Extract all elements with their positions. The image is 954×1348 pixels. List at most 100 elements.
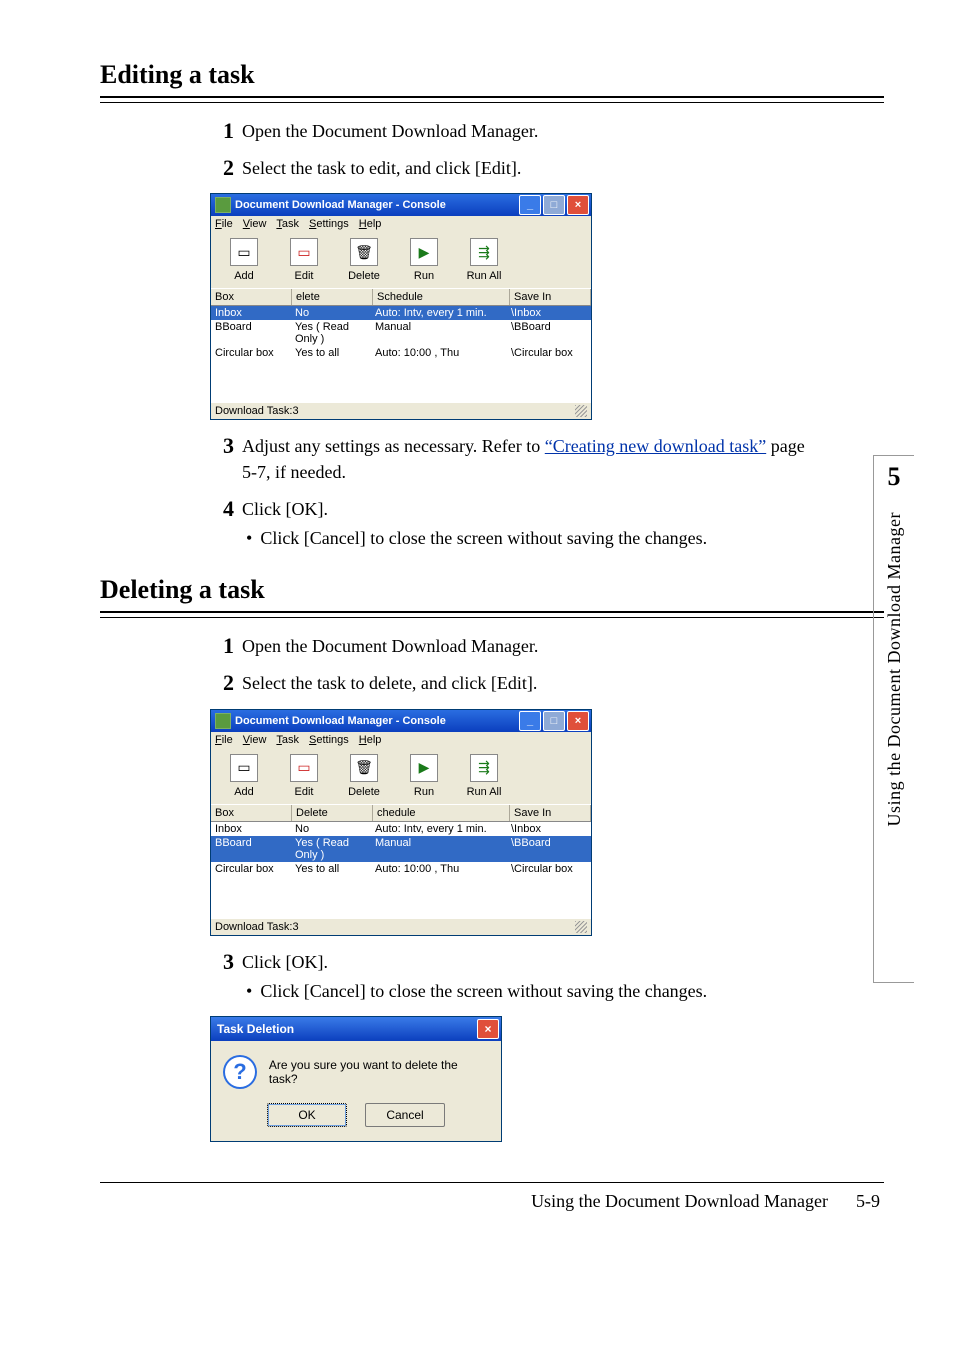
step-number: 2: [210, 671, 234, 695]
trash-icon: 🗑: [350, 238, 378, 266]
col-schedule[interactable]: chedule: [373, 805, 510, 821]
section-editing-title: Editing a task: [100, 60, 884, 90]
run-icon: ▶: [410, 754, 438, 782]
document-icon: ▭: [230, 754, 258, 782]
section-deleting-title: Deleting a task: [100, 575, 884, 605]
menubar: File View Task Settings Help: [211, 732, 591, 748]
step-3: 3 Click [OK]. •Click [Cancel] to close t…: [210, 950, 810, 1004]
dialog-message: Are you sure you want to delete the task…: [269, 1058, 489, 1086]
app-icon: [215, 197, 231, 213]
add-button[interactable]: ▭Add: [221, 754, 267, 798]
maximize-button[interactable]: □: [543, 711, 565, 731]
app-icon: [215, 713, 231, 729]
section-rule: [100, 611, 884, 618]
run-icon: ▶: [410, 238, 438, 266]
step-number: 1: [210, 634, 234, 658]
statusbar: Download Task:3: [211, 918, 591, 935]
task-deletion-dialog: Task Deletion × ? Are you sure you want …: [210, 1016, 502, 1142]
delete-button[interactable]: 🗑Delete: [341, 238, 387, 282]
menubar: File View Task Settings Help: [211, 216, 591, 232]
run-all-icon: ⇶: [470, 238, 498, 266]
toolbar: ▭Add ▭Edit 🗑Delete ▶Run ⇶Run All: [211, 232, 591, 288]
minimize-button[interactable]: _: [519, 711, 541, 731]
step-number: 3: [210, 950, 234, 974]
table-row[interactable]: Circular box Yes to all Auto: 10:00 , Th…: [211, 346, 591, 360]
menu-settings[interactable]: Settings: [309, 734, 349, 746]
step-4: 4 Click [OK]. •Click [Cancel] to close t…: [210, 497, 810, 551]
ok-button[interactable]: OK: [267, 1103, 347, 1127]
status-text: Download Task:3: [215, 405, 299, 417]
col-savein[interactable]: Save In: [510, 289, 591, 305]
step-text: Adjust any settings as necessary. Refer …: [242, 434, 810, 484]
minimize-button[interactable]: _: [519, 195, 541, 215]
status-text: Download Task:3: [215, 921, 299, 933]
run-button[interactable]: ▶Run: [401, 238, 447, 282]
close-button[interactable]: ×: [567, 195, 589, 215]
step-number: 2: [210, 156, 234, 180]
col-box[interactable]: Box: [211, 805, 292, 821]
step-text: Select the task to delete, and click [Ed…: [242, 671, 810, 696]
resize-grip[interactable]: [575, 921, 587, 933]
list-body: Inbox No Auto: Intv, every 1 min. \Inbox…: [211, 306, 591, 402]
step-text: Click [OK]. •Click [Cancel] to close the…: [242, 950, 810, 1004]
document-edit-icon: ▭: [290, 238, 318, 266]
screenshot-deleting: Document Download Manager - Console _ □ …: [210, 709, 810, 936]
window-titlebar: Document Download Manager - Console _ □ …: [211, 710, 591, 732]
run-all-button[interactable]: ⇶Run All: [461, 754, 507, 798]
document-icon: ▭: [230, 238, 258, 266]
window-title: Document Download Manager - Console: [235, 715, 517, 727]
table-row[interactable]: Inbox No Auto: Intv, every 1 min. \Inbox: [211, 306, 591, 320]
close-button[interactable]: ×: [567, 711, 589, 731]
col-delete[interactable]: Delete: [292, 805, 373, 821]
list-header: Box Delete chedule Save In: [211, 804, 591, 822]
cancel-button[interactable]: Cancel: [365, 1103, 445, 1127]
run-all-button[interactable]: ⇶Run All: [461, 238, 507, 282]
chapter-side-tab: 5 Using the Document Download Manager: [873, 455, 914, 983]
table-row[interactable]: Circular box Yes to all Auto: 10:00 , Th…: [211, 862, 591, 876]
col-savein[interactable]: Save In: [510, 805, 591, 821]
step-1: 1 Open the Document Download Manager.: [210, 119, 810, 144]
edit-button[interactable]: ▭Edit: [281, 238, 327, 282]
menu-view[interactable]: View: [243, 734, 267, 746]
menu-file[interactable]: File: [215, 734, 233, 746]
menu-task[interactable]: Task: [276, 218, 299, 230]
step-text: Click [OK]. •Click [Cancel] to close the…: [242, 497, 810, 551]
edit-button[interactable]: ▭Edit: [281, 754, 327, 798]
menu-task[interactable]: Task: [276, 734, 299, 746]
menu-help[interactable]: Help: [359, 734, 382, 746]
resize-grip[interactable]: [575, 405, 587, 417]
trash-icon: 🗑: [350, 754, 378, 782]
screenshot-editing: Document Download Manager - Console _ □ …: [210, 193, 810, 420]
list-body: Inbox No Auto: Intv, every 1 min. \Inbox…: [211, 822, 591, 918]
menu-help[interactable]: Help: [359, 218, 382, 230]
menu-settings[interactable]: Settings: [309, 218, 349, 230]
chapter-title-vertical: Using the Document Download Manager: [884, 512, 905, 826]
step-3: 3 Adjust any settings as necessary. Refe…: [210, 434, 810, 484]
dialog-titlebar: Task Deletion ×: [211, 1017, 501, 1041]
col-delete[interactable]: elete: [292, 289, 373, 305]
question-icon: ?: [223, 1055, 257, 1089]
xref-creating-task[interactable]: “Creating new download task”: [545, 436, 766, 456]
table-row[interactable]: BBoard Yes ( Read Only ) Manual \BBoard: [211, 836, 591, 862]
step-text: Open the Document Download Manager.: [242, 119, 810, 144]
table-row[interactable]: BBoard Yes ( Read Only ) Manual \BBoard: [211, 320, 591, 346]
col-schedule[interactable]: Schedule: [373, 289, 510, 305]
col-box[interactable]: Box: [211, 289, 292, 305]
table-row[interactable]: Inbox No Auto: Intv, every 1 min. \Inbox: [211, 822, 591, 836]
step-number: 4: [210, 497, 234, 521]
step-1: 1 Open the Document Download Manager.: [210, 634, 810, 659]
step-text: Open the Document Download Manager.: [242, 634, 810, 659]
dialog-title: Task Deletion: [217, 1022, 294, 1036]
dialog-close-button[interactable]: ×: [477, 1019, 499, 1039]
delete-button[interactable]: 🗑Delete: [341, 754, 387, 798]
step-number: 1: [210, 119, 234, 143]
toolbar: ▭Add ▭Edit 🗑Delete ▶Run ⇶Run All: [211, 748, 591, 804]
run-button[interactable]: ▶Run: [401, 754, 447, 798]
step-2: 2 Select the task to edit, and click [Ed…: [210, 156, 810, 181]
menu-view[interactable]: View: [243, 218, 267, 230]
maximize-button[interactable]: □: [543, 195, 565, 215]
add-button[interactable]: ▭Add: [221, 238, 267, 282]
window-title: Document Download Manager - Console: [235, 199, 517, 211]
step-2: 2 Select the task to delete, and click […: [210, 671, 810, 696]
menu-file[interactable]: File: [215, 218, 233, 230]
